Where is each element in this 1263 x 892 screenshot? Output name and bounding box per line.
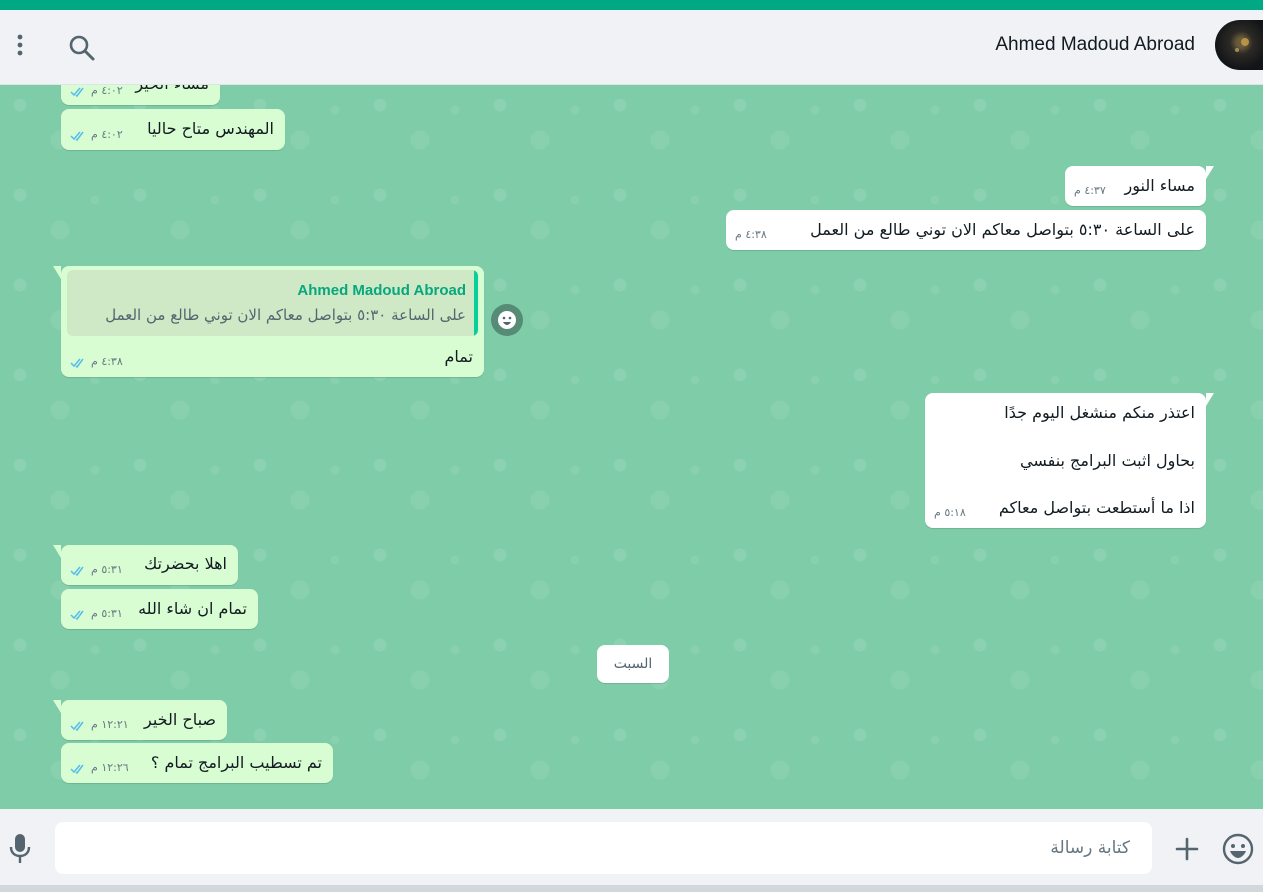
smile-reaction-icon[interactable]	[491, 304, 523, 336]
quoted-sender-name: Ahmed Madoud Abroad	[297, 282, 466, 299]
double-check-icon	[70, 87, 84, 97]
message-time: ٤:٣٧ م	[1074, 184, 1106, 197]
message-meta: ١٢:٢١ م	[70, 714, 129, 736]
double-check-icon	[70, 764, 84, 774]
double-check-icon	[70, 721, 84, 731]
message-time: ٥:٣١ م	[91, 563, 123, 576]
message-outgoing[interactable]: مساء النور ٤:٣٧ م	[1065, 166, 1214, 206]
message-meta: ٥:١٨ م	[934, 502, 966, 524]
message-text: المهندس متاح حاليا	[147, 119, 274, 138]
quoted-message[interactable]: Ahmed Madoud Abroad على الساعة ٥:٣٠ بتوا…	[67, 270, 478, 336]
message-meta: ٥:٣١ م	[70, 603, 123, 625]
double-check-icon	[70, 566, 84, 576]
composer-bar	[0, 809, 1263, 885]
avatar[interactable]	[1215, 20, 1263, 70]
quoted-text: على الساعة ٥:٣٠ بتواصل معاكم الان توني ط…	[105, 306, 466, 324]
message-time: ١٢:٢١ م	[91, 718, 129, 731]
mic-icon[interactable]	[6, 832, 34, 866]
bubble-tail	[1206, 166, 1214, 179]
top-accent-bar	[0, 0, 1263, 10]
message-input[interactable]	[55, 822, 1152, 874]
message-text: تم تسطيب البرامج تمام ؟	[150, 753, 322, 772]
message-incoming[interactable]: اهلا بحضرتك ٥:٣١ م	[53, 545, 238, 585]
double-check-icon	[70, 131, 84, 141]
message-outgoing[interactable]: على الساعة ٥:٣٠ بتواصل معاكم الان توني ط…	[726, 210, 1206, 250]
quote-bar	[474, 270, 478, 336]
message-line: اعتذر منكم منشغل اليوم جدًا	[1004, 403, 1195, 422]
double-check-icon	[70, 610, 84, 620]
message-meta: ٤:٣٨ م	[735, 224, 767, 246]
message-text: تمام ان شاء الله	[138, 599, 247, 618]
search-icon[interactable]	[66, 32, 98, 64]
emoji-icon[interactable]	[1220, 831, 1256, 867]
message-time: ٤:٠٢ م	[91, 128, 123, 141]
menu-icon[interactable]	[8, 30, 32, 64]
message-time: ٤:٣٨ م	[91, 355, 123, 368]
message-line: اذا ما أستطعت بتواصل معاكم	[998, 498, 1195, 517]
chat-header: Ahmed Madoud Abroad	[0, 10, 1263, 85]
message-line: بحاول اثبت البرامج بنفسي	[1019, 451, 1195, 470]
message-text: على الساعة ٥:٣٠ بتواصل معاكم الان توني ط…	[810, 220, 1195, 239]
contact-name[interactable]: Ahmed Madoud Abroad	[995, 34, 1195, 56]
message-time: ٤:٠٢ م	[91, 85, 123, 97]
message-incoming[interactable]: صباح الخير ١٢:٢١ م	[53, 700, 227, 740]
message-meta: ٤:٠٢ م	[70, 85, 123, 102]
double-check-icon	[70, 358, 84, 368]
bubble-tail	[53, 700, 61, 713]
message-outgoing[interactable]: اعتذر منكم منشغل اليوم جدًا بحاول اثبت ا…	[925, 393, 1214, 528]
message-meta: ١٢:٢٦ م	[70, 757, 129, 779]
message-time: ٤:٣٨ م	[735, 228, 767, 241]
message-text: صباح الخير	[143, 710, 216, 729]
plus-icon[interactable]	[1172, 834, 1202, 864]
message-meta: ٤:٠٢ م	[70, 124, 123, 146]
message-text: مساء الخير	[135, 85, 209, 95]
chat-area: مساء الخير ٤:٠٢ م المهندس متاح حاليا ٤:٠…	[0, 85, 1263, 809]
message-text: مساء النور	[1124, 176, 1195, 195]
message-incoming-reply[interactable]: Ahmed Madoud Abroad على الساعة ٥:٣٠ بتوا…	[53, 266, 484, 377]
message-meta: ٥:٣١ م	[70, 559, 123, 581]
message-time: ٥:٣١ م	[91, 607, 123, 620]
date-divider: السبت	[597, 645, 669, 683]
message-incoming[interactable]: تمام ان شاء الله ٥:٣١ م	[61, 589, 258, 629]
message-time: ١٢:٢٦ م	[91, 761, 129, 774]
message-incoming[interactable]: تم تسطيب البرامج تمام ؟ ١٢:٢٦ م	[61, 743, 333, 783]
message-time: ٥:١٨ م	[934, 506, 966, 519]
bottom-bar	[0, 885, 1263, 892]
message-incoming[interactable]: مساء الخير ٤:٠٢ م	[61, 85, 220, 105]
message-meta: ٤:٣٨ م	[70, 351, 123, 373]
message-meta: ٤:٣٧ م	[1074, 180, 1106, 202]
message-incoming[interactable]: المهندس متاح حاليا ٤:٠٢ م	[61, 109, 285, 150]
bubble-tail	[1206, 393, 1214, 406]
message-text: اهلا بحضرتك	[144, 554, 227, 573]
bubble-tail	[53, 545, 61, 558]
message-text: تمام	[444, 347, 473, 366]
bubble-tail	[53, 266, 61, 279]
